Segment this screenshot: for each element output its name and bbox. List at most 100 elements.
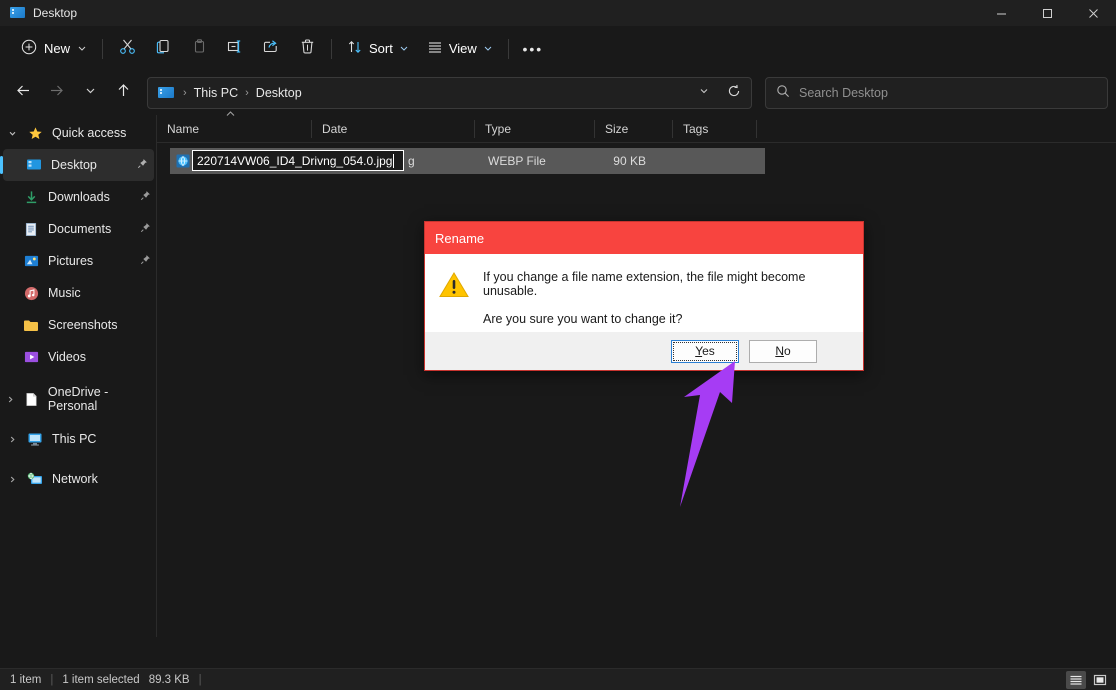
ellipsis-icon: ••• — [522, 40, 544, 57]
onedrive-icon — [22, 392, 42, 407]
selection-status: 1 item selected — [62, 673, 140, 686]
sidebar-item-onedrive-personal[interactable]: OneDrive - Personal — [0, 383, 157, 415]
cut-button[interactable] — [109, 33, 145, 65]
status-separator: | — [198, 673, 202, 686]
sidebar-item-videos[interactable]: Videos — [0, 341, 157, 373]
details-view-button[interactable] — [1066, 670, 1086, 689]
list-lines-icon — [427, 39, 443, 58]
sidebar-item-desktop[interactable]: Desktop — [0, 149, 154, 181]
share-icon — [262, 38, 280, 60]
dialog-title-bar: Rename — [425, 222, 863, 254]
share-button[interactable] — [253, 33, 289, 65]
paste-icon — [191, 38, 208, 60]
column-header-label: Tags — [683, 121, 709, 136]
large-icons-view-button[interactable] — [1090, 671, 1110, 689]
chevron-down-icon — [399, 41, 409, 56]
dialog-message-line-2: Are you sure you want to change it? — [483, 312, 683, 326]
content-area: Quick access Desktop Downloads Documents… — [0, 110, 1116, 637]
type-cell: WEBP File — [488, 154, 546, 168]
sidebar-item-label: OneDrive - Personal — [47, 385, 109, 413]
pictures-icon — [20, 254, 42, 268]
search-icon — [776, 84, 790, 103]
sidebar-item-network[interactable]: Network — [0, 463, 157, 495]
column-header-size[interactable]: Size — [595, 115, 673, 143]
status-separator: | — [50, 673, 54, 686]
rename-input[interactable]: 220714VW06_ID4_Drivng_054.0.jpg — [192, 150, 404, 171]
status-bar: 1 item | 1 item selected 89.3 KB | — [0, 668, 1116, 690]
item-count: 1 item — [10, 673, 42, 686]
pin-icon[interactable] — [137, 158, 148, 172]
sidebar-item-downloads[interactable]: Downloads — [0, 181, 157, 213]
copy-button[interactable] — [145, 33, 181, 65]
column-header-tags[interactable]: Tags — [673, 115, 757, 143]
download-icon — [20, 190, 42, 205]
yes-button[interactable]: Yes — [671, 339, 739, 363]
address-bar[interactable]: › This PC › Desktop — [147, 77, 752, 109]
view-mode-buttons — [1066, 670, 1116, 689]
breadcrumb-item-desktop[interactable]: Desktop — [251, 83, 307, 103]
table-row[interactable]: g 220714VW06_ID4_Drivng_054.0.jpg WEBP F… — [170, 148, 765, 174]
desktop-icon — [23, 158, 45, 172]
column-headers: Name Date Type Size Tags — [157, 110, 1116, 143]
column-header-name[interactable]: Name — [157, 110, 312, 143]
address-dropdown-button[interactable] — [689, 78, 719, 108]
rename-button[interactable] — [217, 33, 253, 65]
chevron-right-icon[interactable] — [0, 435, 24, 444]
forward-button[interactable] — [41, 77, 72, 109]
column-header-label: Type — [485, 121, 512, 136]
chevron-right-icon[interactable] — [0, 475, 24, 484]
column-header-date[interactable]: Date — [312, 115, 475, 143]
close-icon[interactable] — [1070, 0, 1116, 26]
sidebar-item-label: Network — [52, 472, 98, 486]
sidebar-item-documents[interactable]: Documents — [0, 213, 157, 245]
pin-icon[interactable] — [140, 254, 151, 268]
up-button[interactable] — [108, 77, 139, 109]
sidebar-item-label: This PC — [52, 432, 97, 446]
no-button-accelerator: N — [775, 344, 784, 358]
no-button[interactable]: No — [749, 339, 817, 363]
arrow-left-icon — [15, 82, 32, 104]
pin-icon[interactable] — [140, 222, 151, 236]
sort-button-label: Sort — [369, 41, 393, 56]
video-icon — [20, 350, 42, 364]
star-icon — [24, 126, 46, 141]
column-header-type[interactable]: Type — [475, 115, 595, 143]
music-icon — [20, 286, 42, 301]
title-bar: Desktop — [0, 0, 1116, 26]
rename-dialog: Rename If you change a file name extensi… — [424, 221, 864, 371]
view-button[interactable]: View — [418, 34, 502, 64]
chevron-right-icon[interactable] — [0, 395, 22, 404]
maximize-icon[interactable] — [1024, 0, 1070, 26]
dialog-message-line-1: If you change a file name extension, the… — [483, 270, 806, 298]
recent-locations-button[interactable] — [75, 77, 106, 109]
yes-button-accelerator: Y — [695, 344, 703, 358]
sidebar-item-screenshots[interactable]: Screenshots — [0, 309, 157, 341]
refresh-button[interactable] — [719, 78, 749, 108]
minimize-icon[interactable] — [978, 0, 1024, 26]
sidebar-item-pictures[interactable]: Pictures — [0, 245, 157, 277]
sort-button[interactable]: Sort — [338, 34, 418, 64]
delete-button[interactable] — [289, 33, 325, 65]
window-title: Desktop — [33, 6, 78, 20]
view-button-label: View — [448, 41, 477, 56]
pin-icon[interactable] — [140, 190, 151, 204]
breadcrumb-item-this-pc[interactable]: This PC — [189, 83, 243, 103]
dialog-messages: If you change a file name extension, the… — [473, 268, 847, 332]
copy-icon — [155, 38, 172, 60]
paste-button[interactable] — [181, 33, 217, 65]
sidebar-item-this-pc[interactable]: This PC — [0, 423, 157, 455]
search-box[interactable]: Search Desktop — [765, 77, 1108, 109]
search-input[interactable]: Search Desktop — [799, 86, 888, 100]
sidebar-group-quick-access[interactable]: Quick access — [0, 117, 157, 149]
sidebar-group-label: Quick access — [52, 126, 127, 140]
more-options-button[interactable]: ••• — [515, 33, 551, 65]
back-button[interactable] — [8, 77, 39, 109]
breadcrumb-separator: › — [183, 87, 187, 99]
document-icon — [20, 222, 42, 237]
sidebar-item-music[interactable]: Music — [0, 277, 157, 309]
dialog-body: If you change a file name extension, the… — [425, 254, 863, 332]
new-button[interactable]: New — [12, 34, 96, 64]
folder-icon — [20, 319, 42, 332]
chevron-down-icon[interactable] — [0, 129, 24, 138]
navigation-sidebar: Quick access Desktop Downloads Documents… — [0, 115, 157, 637]
